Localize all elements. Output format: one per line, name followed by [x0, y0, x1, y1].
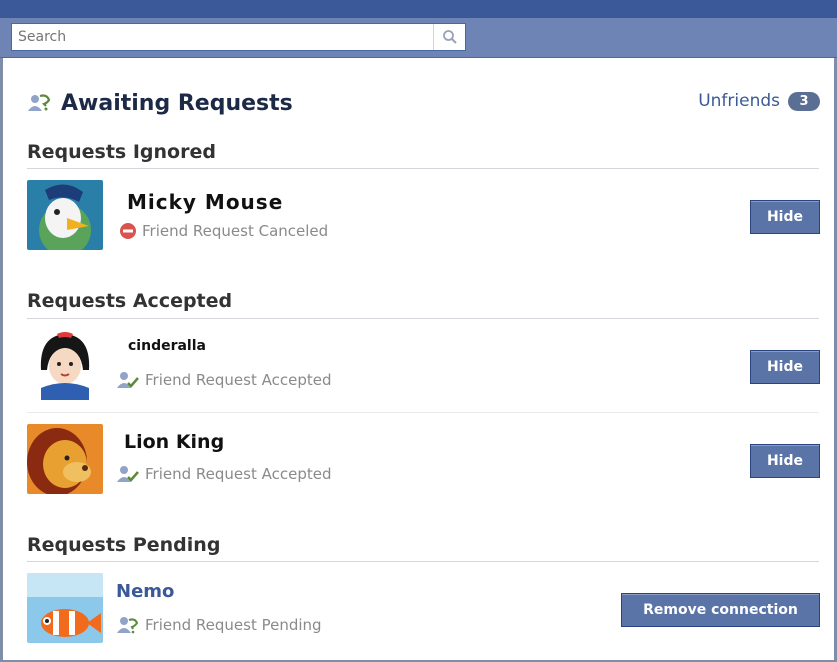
avatar-micky-mouse[interactable]: [27, 180, 103, 250]
search-input[interactable]: [12, 24, 434, 50]
unfriends-label[interactable]: Unfriends: [698, 91, 780, 111]
request-status: Friend Request Accepted: [116, 371, 331, 389]
search-bar: [0, 18, 837, 58]
status-text: Friend Request Pending: [145, 616, 322, 634]
princess-avatar-image: [27, 330, 103, 400]
request-status: Friend Request Accepted: [116, 465, 331, 483]
status-text: Friend Request Accepted: [145, 465, 332, 483]
accepted-icon: [116, 465, 140, 483]
friend-request-icon: [28, 94, 51, 111]
person-name[interactable]: cinderalla: [128, 338, 206, 354]
page-title: Awaiting Requests: [61, 90, 293, 116]
person-name[interactable]: Lion King: [124, 431, 224, 453]
section-divider: [27, 561, 819, 562]
search-icon: [442, 30, 457, 44]
hide-button[interactable]: Hide: [750, 200, 820, 234]
unfriends-link[interactable]: Unfriends 3: [698, 91, 820, 111]
hide-button[interactable]: Hide: [750, 444, 820, 478]
pending-icon: [116, 616, 140, 634]
person-name[interactable]: Micky Mouse: [127, 190, 283, 214]
duck-avatar-image: [27, 180, 103, 250]
unfriends-count-badge: 3: [788, 91, 820, 111]
section-divider: [27, 168, 819, 169]
remove-connection-button[interactable]: Remove connection: [621, 593, 820, 627]
lion-avatar-image: [27, 424, 103, 494]
accepted-icon: [116, 371, 140, 389]
page-header: Awaiting Requests: [27, 88, 293, 118]
top-bar: [0, 0, 837, 18]
fish-avatar-image: [27, 573, 103, 643]
hide-button[interactable]: Hide: [750, 350, 820, 384]
section-title-accepted: Requests Accepted: [27, 290, 233, 312]
avatar-lion-king[interactable]: [27, 424, 103, 494]
row-divider: [27, 412, 819, 413]
request-status: Friend Request Pending: [116, 616, 322, 634]
search-box: [11, 23, 466, 51]
section-divider: [27, 318, 819, 319]
section-title-pending: Requests Pending: [27, 534, 221, 556]
avatar-cinderalla[interactable]: [27, 330, 103, 400]
canceled-icon: [119, 222, 137, 240]
status-text: Friend Request Canceled: [142, 222, 329, 240]
section-title-ignored: Requests Ignored: [27, 141, 216, 163]
status-text: Friend Request Accepted: [145, 371, 332, 389]
search-button[interactable]: [433, 24, 465, 50]
person-name-link[interactable]: Nemo: [116, 581, 174, 602]
request-status: Friend Request Canceled: [119, 222, 328, 240]
avatar-nemo[interactable]: [27, 573, 103, 643]
